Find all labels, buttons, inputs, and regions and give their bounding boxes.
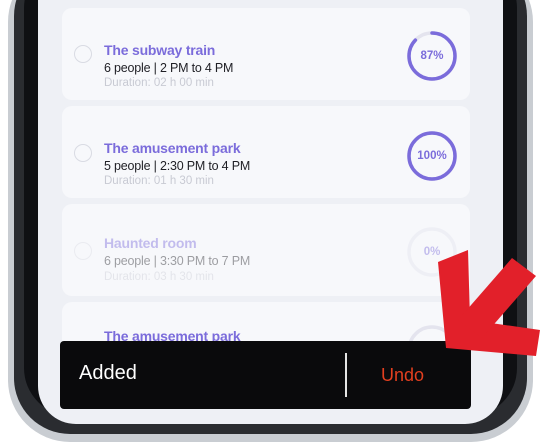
progress-ring: 100% bbox=[406, 130, 458, 182]
activity-title: The subway train bbox=[104, 42, 216, 58]
progress-percent: 0% bbox=[423, 246, 441, 258]
select-radio[interactable] bbox=[74, 45, 92, 63]
progress-percent: 100% bbox=[417, 150, 447, 162]
activity-card-haunted-room[interactable]: Haunted room 6 people | 3:30 PM to 7 PM … bbox=[62, 204, 470, 296]
snackbar: Added Undo bbox=[60, 341, 471, 409]
progress-percent: 87% bbox=[420, 50, 444, 62]
activity-details: 6 people | 3:30 PM to 7 PM bbox=[104, 254, 251, 268]
activity-card-amusement-park[interactable]: The amusement park 5 people | 2:30 PM to… bbox=[62, 106, 470, 198]
select-radio[interactable] bbox=[74, 144, 92, 162]
activity-duration: Duration: 01 h 30 min bbox=[104, 175, 214, 187]
snackbar-divider bbox=[345, 353, 347, 397]
progress-ring: 87% bbox=[406, 30, 458, 82]
snackbar-message: Added bbox=[79, 362, 137, 384]
undo-button[interactable]: Undo bbox=[381, 365, 424, 386]
progress-ring: 0% bbox=[406, 226, 458, 278]
select-radio[interactable] bbox=[74, 242, 92, 260]
activity-details: 6 people | 2 PM to 4 PM bbox=[104, 61, 234, 75]
activity-card-subway-train[interactable]: The subway train 6 people | 2 PM to 4 PM… bbox=[62, 8, 470, 100]
activity-duration: Duration: 02 h 00 min bbox=[104, 77, 214, 89]
activity-title: Haunted room bbox=[104, 235, 197, 251]
activity-title: The amusement park bbox=[104, 140, 241, 156]
activity-duration: Duration: 03 h 30 min bbox=[104, 271, 214, 283]
activity-details: 5 people | 2:30 PM to 4 PM bbox=[104, 159, 251, 173]
